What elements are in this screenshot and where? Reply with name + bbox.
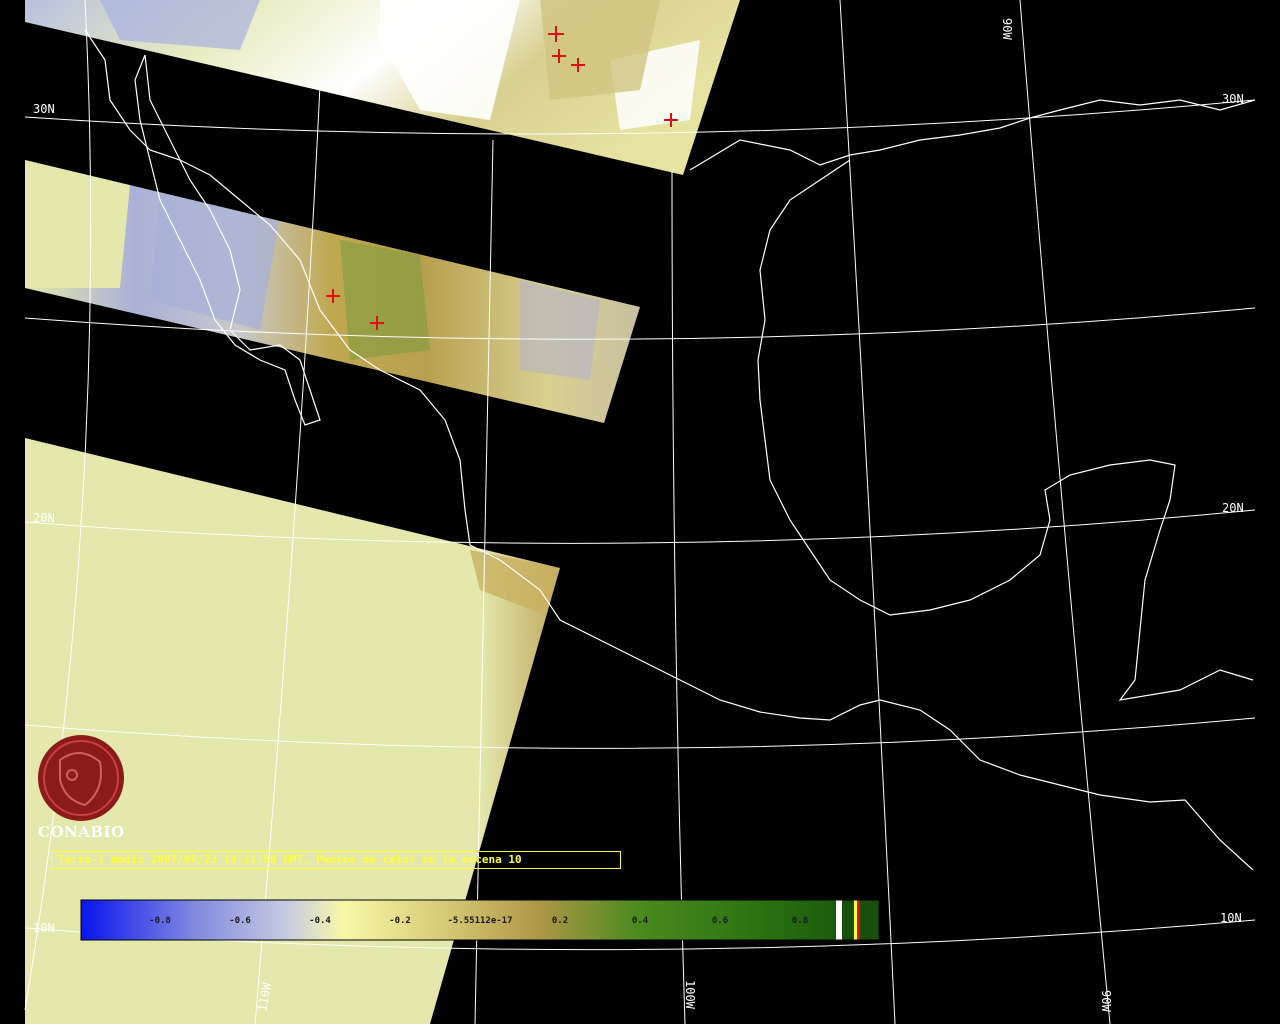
logo-name: CONABIO <box>38 823 125 841</box>
colorbar-tick-label: 0.8 <box>792 916 808 926</box>
lat-label-20n: 20N <box>33 511 55 525</box>
lon-label-100w: 100W <box>683 980 697 1010</box>
lat-label-30n-east: 30N <box>1222 92 1244 106</box>
lat-label-10n: 10N <box>33 921 55 935</box>
colorbar-tick-label: 0.2 <box>552 916 568 926</box>
scene-caption: Terra-1 modis 2007/05/23 18:11:58 GMT, P… <box>51 851 621 869</box>
lat-label-30n: 30N <box>33 102 55 116</box>
colorbar: -0.8 -0.6 -0.4 -0.2 -5.55112e-17 0.2 0.4 0.6 0.8 <box>80 899 880 941</box>
lon-label-90w-top: 90W <box>1000 18 1014 40</box>
colorbar-tick-label: -0.4 <box>309 916 331 926</box>
colorbar-tick-label: 0.4 <box>632 916 649 926</box>
conabio-logo: CONABIO <box>38 735 125 841</box>
colorbar-tick-label: -0.6 <box>229 916 251 926</box>
colorbar-tick-label: -0.8 <box>149 916 171 926</box>
swath-top <box>25 0 740 175</box>
colorbar-tick-label: -0.2 <box>389 916 411 926</box>
lat-label-10n-east: 10N <box>1220 911 1242 925</box>
colorbar-tick-label: -5.55112e-17 <box>447 916 512 926</box>
satellite-map: 30N 30N 20N 20N 10N 10N 110W 100W 90W 90… <box>24 0 1256 1024</box>
colorbar-tick-label: 0.6 <box>712 916 728 926</box>
lon-label-90w-bottom: 90W <box>1099 990 1113 1012</box>
lat-label-20n-east: 20N <box>1222 501 1244 515</box>
